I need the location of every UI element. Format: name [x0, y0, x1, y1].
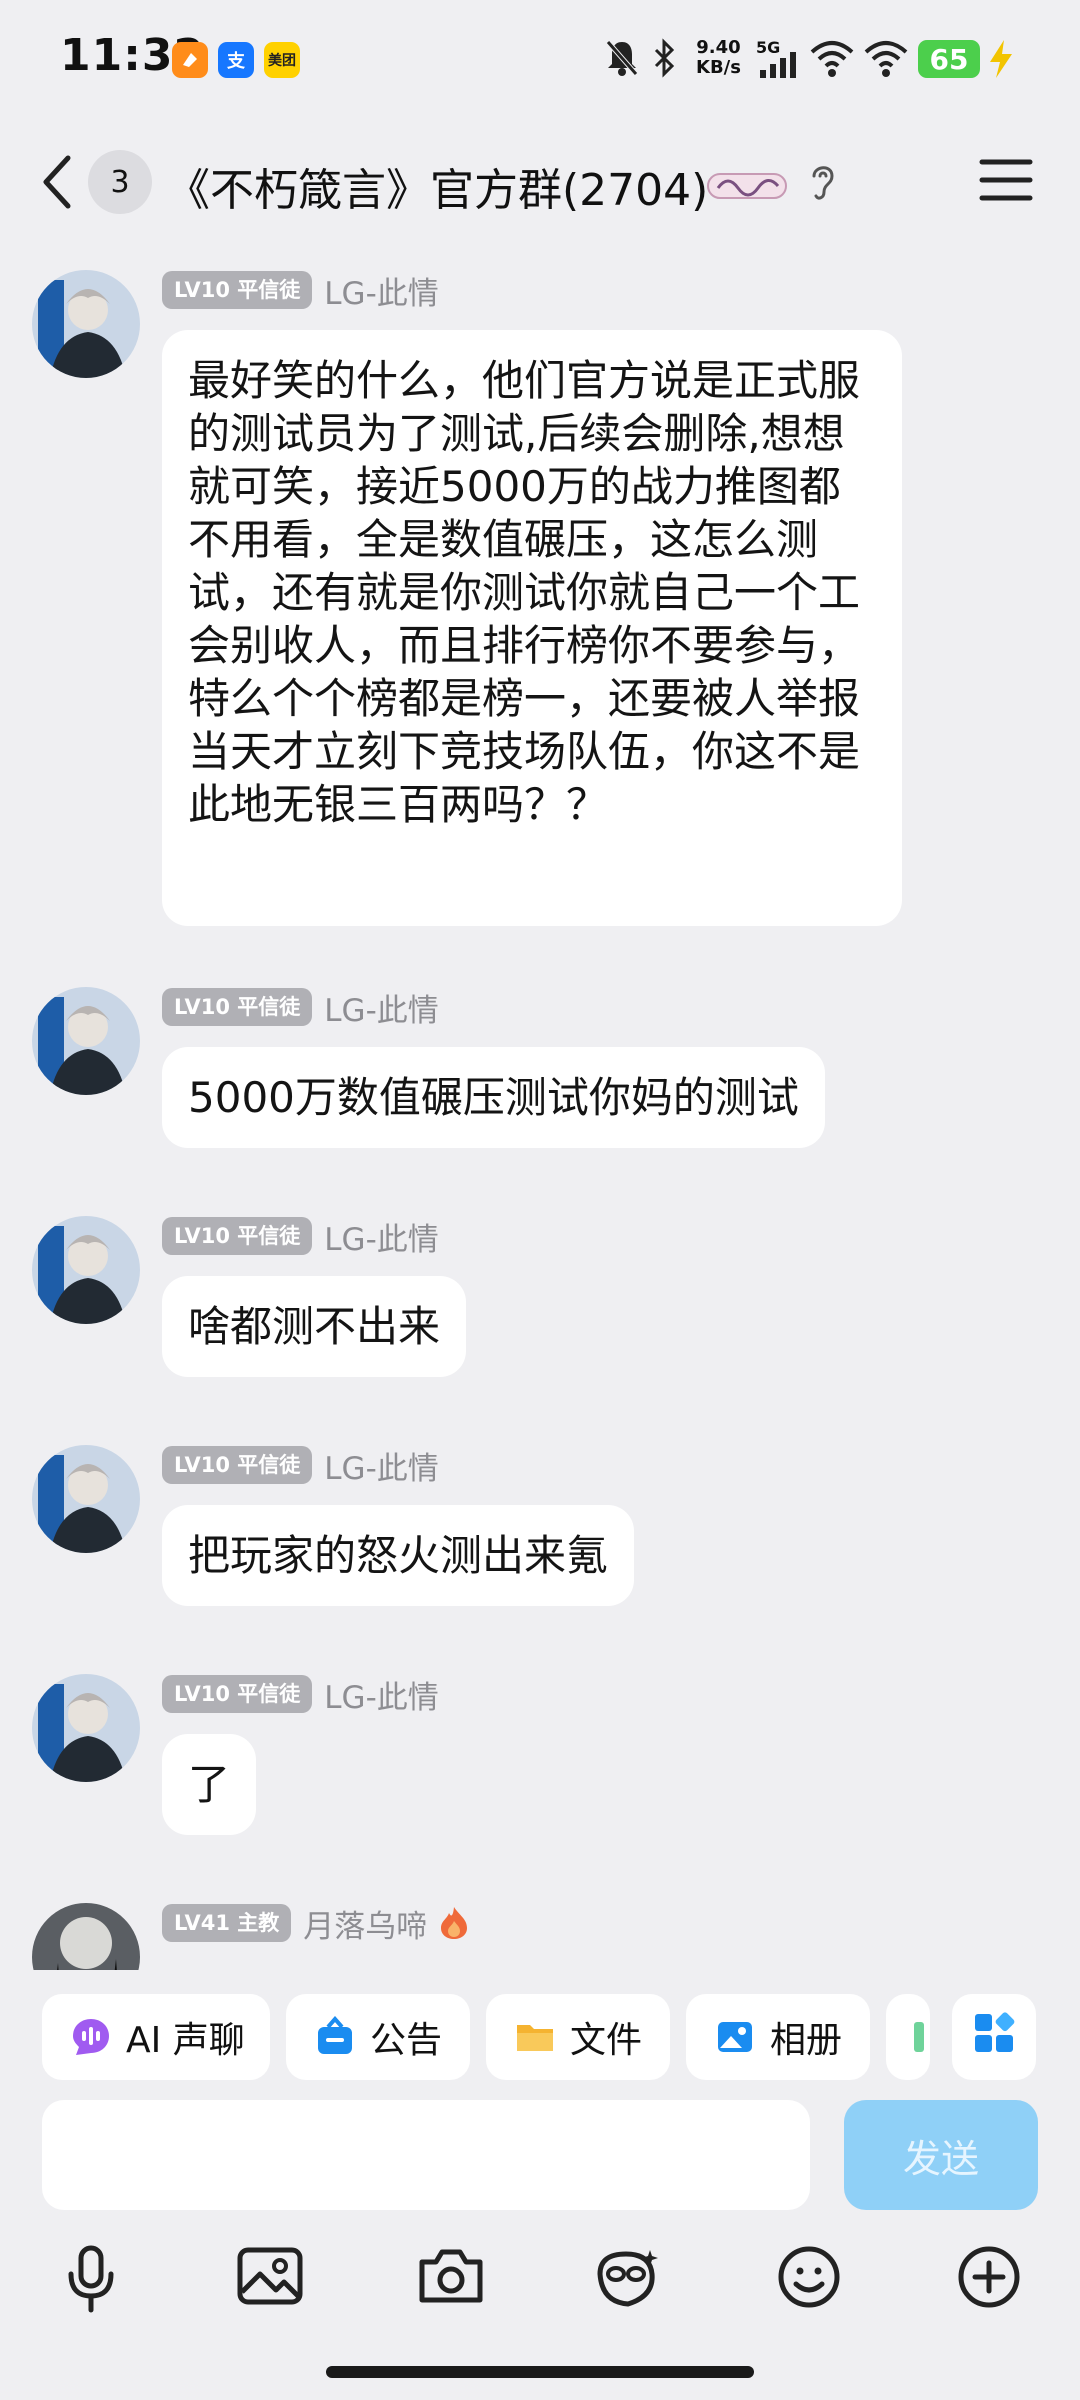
sender-name[interactable]: LG-此情: [324, 268, 438, 313]
sender-name[interactable]: LG-此情: [324, 985, 438, 1030]
ai-voice-icon: [70, 2016, 112, 2058]
emoji-icon[interactable]: [776, 2244, 842, 2310]
signal-icon: [760, 52, 796, 78]
files-label: 文件: [570, 2020, 643, 2061]
flame-icon: [441, 1907, 468, 1939]
input-tools-bar: [0, 2244, 1080, 2334]
level-badge: LV10 平信徒: [162, 1675, 313, 1713]
group-title[interactable]: 《不朽箴言》官方群(2704): [166, 154, 708, 218]
level-badge: LV10 平信徒: [162, 988, 313, 1026]
image-icon[interactable]: [236, 2244, 304, 2308]
app-grid-button[interactable]: [952, 1994, 1036, 2080]
plus-icon[interactable]: [956, 2244, 1022, 2310]
message-meta: LV10 平信徒 LG-此情: [162, 1214, 439, 1259]
wifi-secondary-icon: [864, 41, 908, 77]
message-meta: LV41 主教 月落乌啼: [162, 1901, 471, 1946]
menu-icon[interactable]: [978, 156, 1034, 204]
album-button[interactable]: 相册: [686, 1994, 870, 2080]
sticker-icon[interactable]: [592, 2244, 664, 2310]
wifi-icon: [810, 41, 854, 77]
home-indicator[interactable]: [326, 2366, 754, 2378]
message-bubble[interactable]: 了: [162, 1734, 257, 1835]
meituan-icon: 美团: [264, 42, 300, 78]
charging-icon: [990, 40, 1012, 78]
camera-icon[interactable]: [416, 2244, 486, 2308]
microphone-icon[interactable]: [62, 2244, 120, 2314]
battery-indicator: 65: [918, 40, 980, 78]
message-meta: LV10 平信徒 LG-此情: [162, 268, 439, 313]
sender-name[interactable]: LG-此情: [324, 1214, 438, 1259]
group-badge-icon: [707, 173, 787, 199]
message-meta: LV10 平信徒 LG-此情: [162, 985, 439, 1030]
avatar[interactable]: [32, 987, 140, 1095]
avatar[interactable]: [32, 1674, 140, 1782]
ai-voice-chat-button[interactable]: AI 声聊: [42, 1994, 270, 2080]
bluetooth-icon: [654, 38, 675, 78]
ear-icon[interactable]: [808, 160, 838, 204]
app-grid-icon: [972, 2011, 1016, 2064]
album-label: 相册: [770, 2020, 843, 2061]
sender-name[interactable]: LG-此情: [324, 1443, 438, 1488]
quick-action-bar: AI 声聊 公告 文件 相册: [0, 1994, 1080, 2080]
send-button[interactable]: 发送: [844, 2100, 1038, 2210]
album-icon: [714, 2016, 756, 2058]
app-orange-icon: [172, 42, 208, 78]
mute-bell-icon: [606, 40, 638, 76]
network-speed: 9.40 KB/s: [696, 37, 741, 78]
folder-icon: [514, 2016, 556, 2058]
unread-count-badge[interactable]: 3: [88, 150, 152, 214]
more-quick-action-partial[interactable]: [886, 1994, 930, 2080]
message-meta: LV10 平信徒 LG-此情: [162, 1443, 439, 1488]
sender-name[interactable]: 月落乌啼: [303, 1901, 427, 1946]
message-bubble[interactable]: 把玩家的怒火测出来氪: [162, 1505, 635, 1606]
message-bubble[interactable]: 啥都测不出来: [162, 1276, 467, 1377]
message-bubble[interactable]: 5000万数值碾压测试你妈的测试: [162, 1047, 825, 1148]
announcement-button[interactable]: 公告: [286, 1994, 470, 2080]
announcement-icon: [314, 2016, 356, 2058]
avatar[interactable]: [32, 1445, 140, 1553]
avatar[interactable]: [32, 1216, 140, 1324]
sender-name[interactable]: LG-此情: [324, 1672, 438, 1717]
announcement-label: 公告: [370, 2020, 443, 2061]
avatar[interactable]: [32, 270, 140, 378]
avatar[interactable]: [32, 1903, 140, 1970]
level-badge: LV10 平信徒: [162, 1217, 313, 1255]
back-arrow-icon[interactable]: [38, 152, 74, 212]
message-meta: LV10 平信徒 LG-此情: [162, 1672, 439, 1717]
level-badge: LV10 平信徒: [162, 1446, 313, 1484]
ai-voice-chat-label: AI 声聊: [126, 2020, 245, 2061]
chat-header: 3 《不朽箴言》官方群(2704): [0, 130, 1080, 240]
message-input[interactable]: [42, 2100, 810, 2210]
message-bubble[interactable]: 最好笑的什么，他们官方说是正式服的测试员为了测试,后续会删除,想想就可笑，接近5…: [162, 330, 902, 926]
alipay-icon: 支: [218, 42, 254, 78]
level-badge: LV41 主教: [162, 1904, 292, 1942]
chat-message-list[interactable]: LV10 平信徒 LG-此情 最好笑的什么，他们官方说是正式服的测试员为了测试,…: [0, 260, 1080, 1970]
files-button[interactable]: 文件: [486, 1994, 670, 2080]
level-badge: LV10 平信徒: [162, 271, 313, 309]
status-bar: 11:32 支 美团 9.40 KB/s 5G 65: [0, 0, 1080, 118]
